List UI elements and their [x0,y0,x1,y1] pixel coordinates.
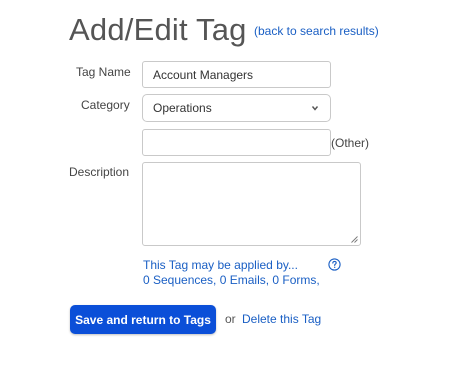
other-category-input[interactable] [142,129,331,156]
back-to-search-results-link[interactable]: back to search results [258,24,375,38]
delete-tag-link[interactable]: Delete this Tag [242,312,321,326]
category-selected-value: Operations [153,101,212,115]
resize-grip-icon[interactable] [351,236,358,243]
category-label: Category [81,98,130,112]
description-textarea[interactable] [142,162,361,246]
add-edit-tag-page: Add/Edit Tag (back to search results) Ta… [0,0,453,372]
question-circle-icon[interactable] [328,258,341,271]
description-label: Description [69,165,130,179]
tag-name-label: Tag Name [76,65,131,79]
tag-usage-line-1: This Tag may be applied by... [143,258,298,272]
other-label: (Other) [331,136,370,150]
back-link-close-paren: ) [374,24,379,38]
tag-usage-line-2: 0 Sequences, 0 Emails, 0 Forms, [143,273,320,287]
page-title: Add/Edit Tag [69,12,247,47]
tag-usage-info[interactable]: This Tag may be applied by... 0 Sequence… [143,258,320,288]
back-link-wrapper: (back to search results) [254,24,379,38]
tag-name-input[interactable]: Account Managers [142,61,331,88]
or-separator: or [225,312,236,326]
chevron-down-icon [311,106,319,111]
save-and-return-button[interactable]: Save and return to Tags [70,305,216,334]
category-select[interactable]: Operations [142,94,331,122]
tag-name-value: Account Managers [153,67,254,82]
